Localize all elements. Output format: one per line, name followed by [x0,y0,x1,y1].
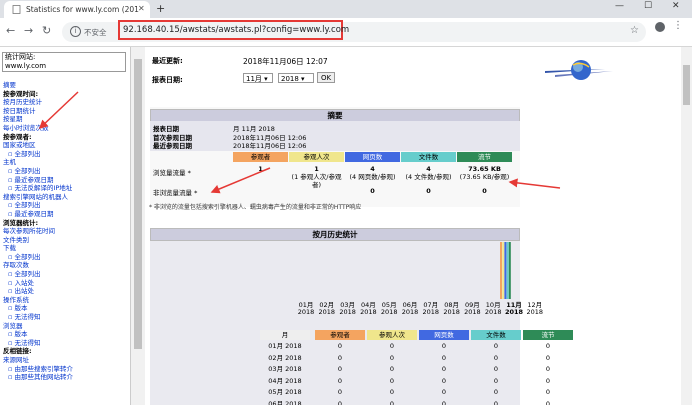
arrow-weekday [38,91,79,130]
annotation-arrows [38,91,561,194]
arrow-pages-per-visit [508,178,561,189]
arrow-visitors [210,167,271,194]
